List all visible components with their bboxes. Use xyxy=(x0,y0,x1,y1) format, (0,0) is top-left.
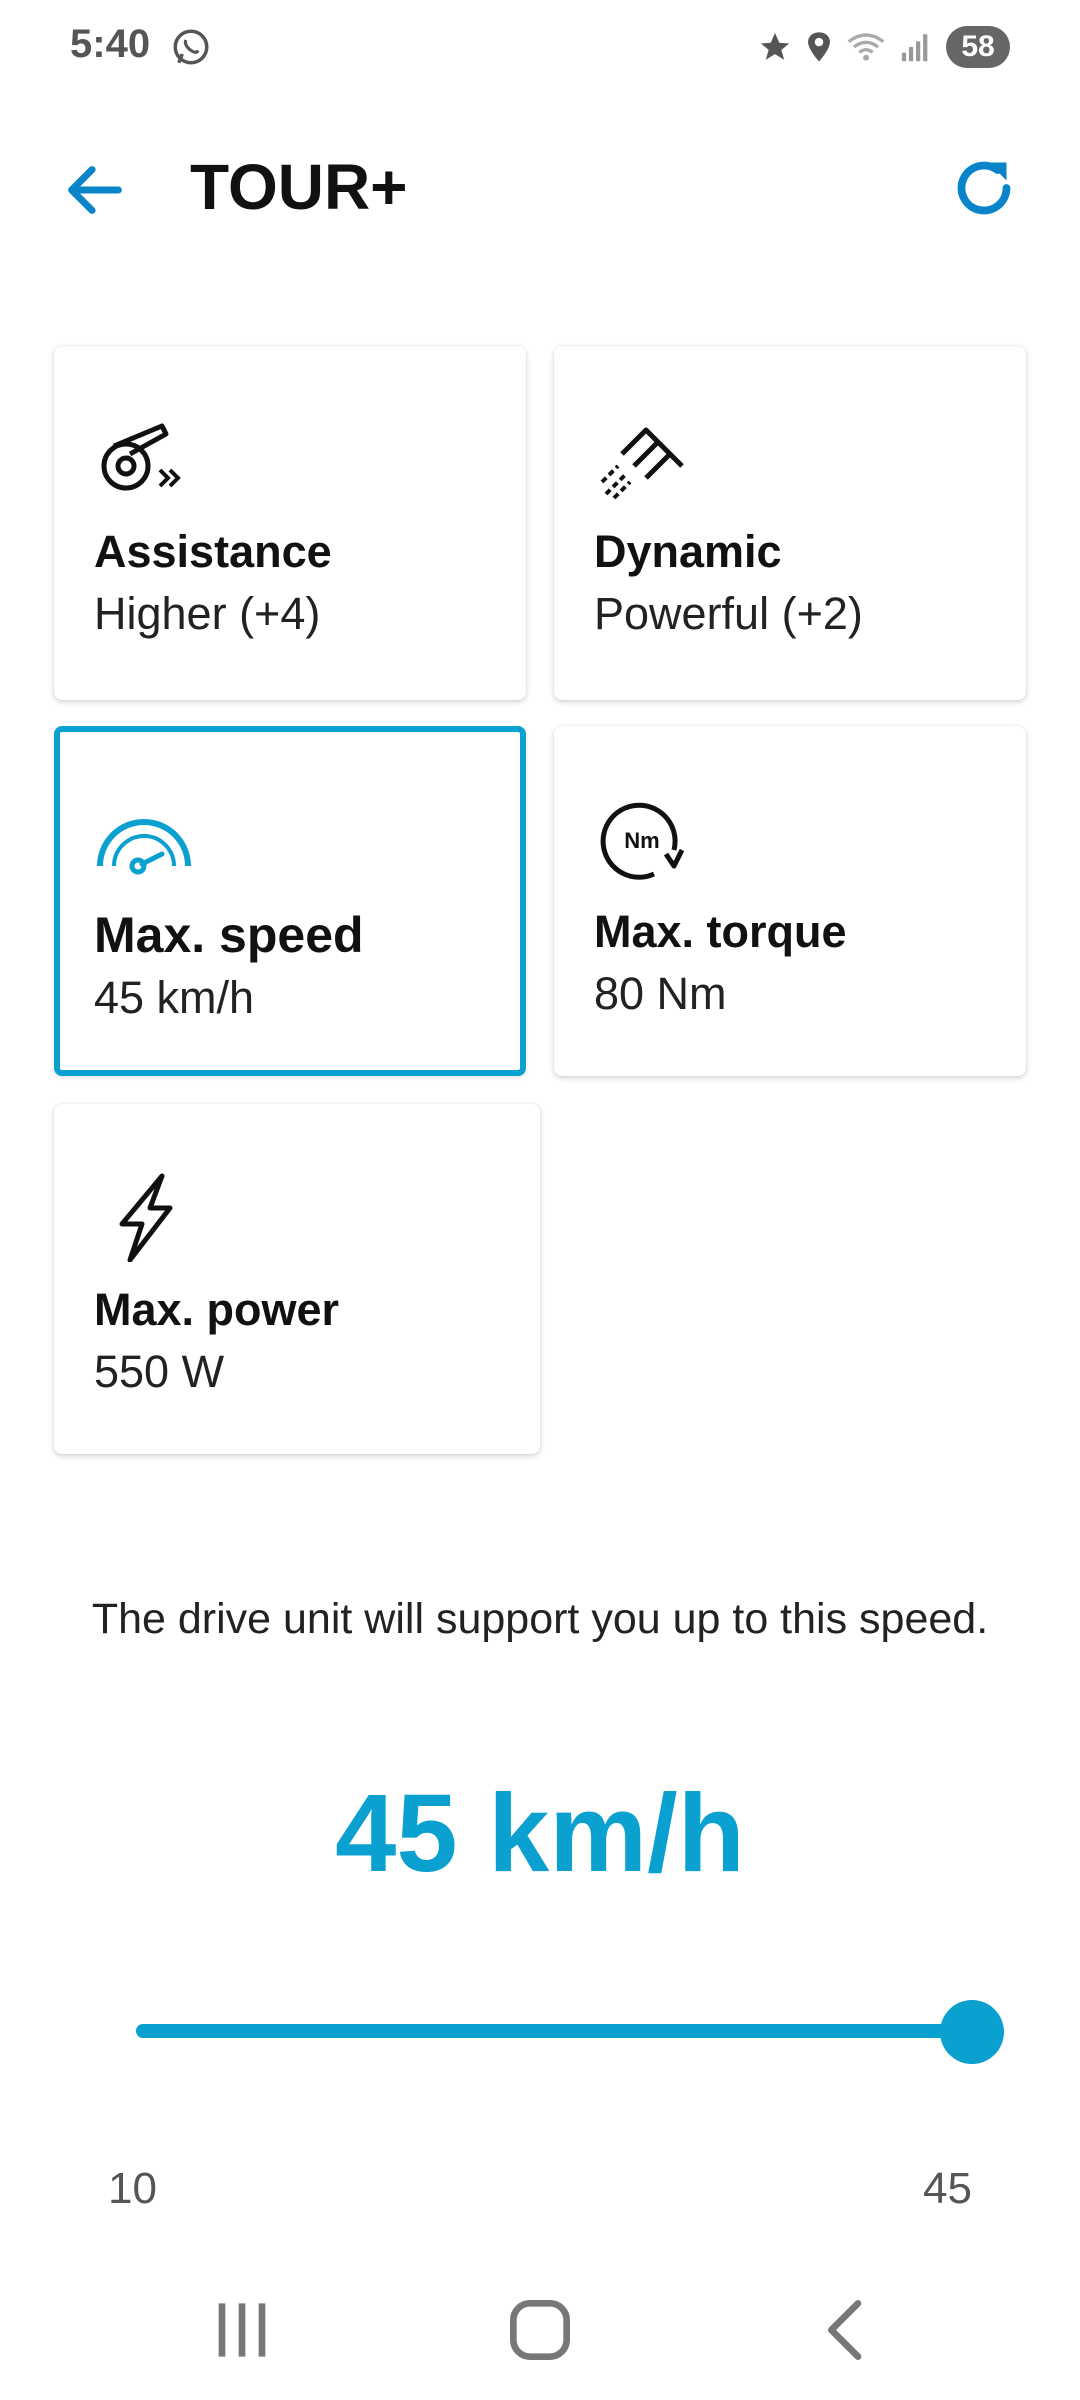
refresh-icon[interactable] xyxy=(948,152,1020,224)
back-arrow-icon[interactable] xyxy=(60,155,130,225)
card-label: Max. power xyxy=(94,1284,340,1335)
signal-icon xyxy=(901,34,928,62)
slider-min-label: 10 xyxy=(108,2164,157,2213)
card-assistance[interactable]: Assistance Higher (+4) xyxy=(54,346,526,700)
location-icon xyxy=(808,32,830,62)
dynamic-chevrons-icon xyxy=(600,427,684,500)
current-setting-value: 45 km/h xyxy=(335,1772,745,1895)
card-max-torque[interactable]: Nm Max. torque 80 Nm xyxy=(554,726,1026,1076)
card-value: Higher (+4) xyxy=(94,588,321,639)
home-icon[interactable] xyxy=(500,2290,580,2370)
slider-max-label: 45 xyxy=(923,2164,972,2213)
card-value: Powerful (+2) xyxy=(594,588,863,639)
recent-apps-icon[interactable] xyxy=(202,2290,282,2370)
star-icon xyxy=(760,32,790,60)
system-nav-bar xyxy=(0,2260,1080,2400)
whatsapp-icon xyxy=(173,29,209,65)
torque-icon-text: Nm xyxy=(624,828,659,853)
card-dynamic[interactable]: Dynamic Powerful (+2) xyxy=(554,346,1026,700)
max-speed-slider[interactable] xyxy=(136,2000,1004,2064)
battery-indicator: 58 xyxy=(946,26,1010,68)
torque-icon: Nm xyxy=(600,802,685,880)
card-max-power[interactable]: Max. power 550 W xyxy=(54,1104,540,1454)
card-label: Max. speed xyxy=(94,907,364,963)
speedometer-icon xyxy=(97,819,191,875)
pedal-assist-icon xyxy=(101,423,181,491)
back-nav-icon[interactable] xyxy=(808,2290,888,2370)
card-value: 45 km/h xyxy=(94,972,255,1023)
app-bar: TOUR+ xyxy=(0,130,1080,240)
setting-description: The drive unit will support you up to th… xyxy=(91,1595,989,1643)
status-bar: 5:40 58 xyxy=(0,0,1080,100)
status-time: 5:40 xyxy=(70,22,151,66)
card-label: Max. torque xyxy=(594,906,847,957)
battery-level: 58 xyxy=(961,30,995,63)
lightning-bolt-icon xyxy=(119,1173,173,1262)
card-label: Dynamic xyxy=(594,526,782,577)
card-max-speed[interactable]: Max. speed 45 km/h xyxy=(54,726,526,1076)
page-title: TOUR+ xyxy=(190,151,408,223)
card-label: Assistance xyxy=(94,526,332,577)
card-value: 80 Nm xyxy=(594,968,727,1019)
slider-fill xyxy=(136,2024,972,2038)
wifi-icon xyxy=(847,33,885,61)
slider-thumb[interactable] xyxy=(940,2000,1004,2064)
status-icons: 58 xyxy=(758,22,1010,72)
card-value: 550 W xyxy=(94,1346,225,1397)
